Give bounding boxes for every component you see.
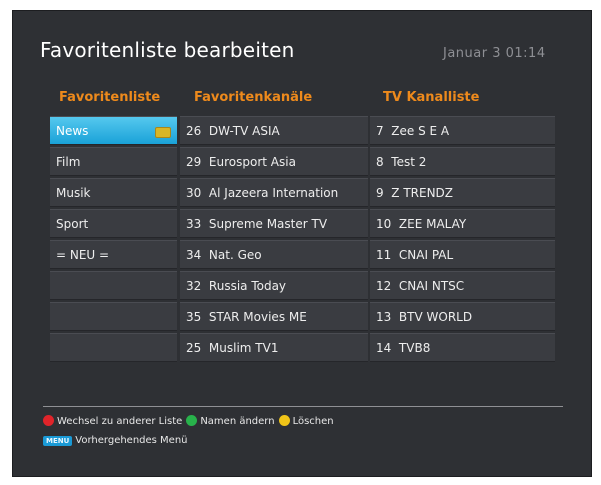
channel-number: 25 — [186, 341, 202, 355]
favorite-channel-row[interactable]: 35 STAR Movies ME — [180, 302, 368, 331]
favorites-item-label: Sport — [56, 217, 89, 231]
favorites-item-label: = NEU = — [56, 248, 110, 262]
menu-key-legend: MENU Vorhergehendes Menü — [43, 435, 188, 446]
channel-name: ZEE MALAY — [398, 217, 467, 231]
favorite-channel-row[interactable]: 30 Al Jazeera Internation — [180, 178, 368, 207]
favorites-item-musik[interactable]: Musik — [50, 178, 177, 207]
tv-screen: Favoritenliste bearbeiten Januar 3 01:14… — [12, 10, 592, 477]
channel-number: 35 — [186, 310, 202, 324]
tv-channel-row[interactable]: 9 Z TRENDZ — [370, 178, 555, 207]
channel-number: 32 — [186, 279, 202, 293]
tv-channel-row[interactable]: 11 CNAI PAL — [370, 240, 555, 269]
channel-number: 11 — [376, 248, 392, 262]
channel-name: Zee S E A — [391, 124, 450, 138]
channel-number: 34 — [186, 248, 202, 262]
yellow-key-label: Löschen — [292, 416, 334, 427]
channel-name: CNAI PAL — [398, 248, 454, 262]
tv-channels-column-header: TV Kanalliste — [383, 90, 480, 105]
channel-name: DW-TV ASIA — [208, 124, 280, 138]
favorite-channel-row[interactable]: 32 Russia Today — [180, 271, 368, 300]
legend-divider — [43, 406, 563, 407]
favorites-column-header: Favoritenliste — [59, 90, 161, 105]
tag-icon — [155, 127, 171, 138]
favorite-channel-row[interactable]: 29 Eurosport Asia — [180, 147, 368, 176]
channel-number: 9 — [376, 186, 384, 200]
tv-channel-row[interactable]: 10 ZEE MALAY — [370, 209, 555, 238]
channel-number: 30 — [186, 186, 202, 200]
tv-channel-row[interactable]: 8 Test 2 — [370, 147, 555, 176]
channel-name: Test 2 — [391, 155, 427, 169]
channel-name: Z TRENDZ — [391, 186, 454, 200]
favorites-item-label: Musik — [56, 186, 91, 200]
menu-key-icon: MENU — [43, 436, 73, 446]
channel-number: 12 — [376, 279, 392, 293]
tv-channel-row[interactable]: 12 CNAI NTSC — [370, 271, 555, 300]
favorites-item-film[interactable]: Film — [50, 147, 177, 176]
tv-channel-row[interactable]: 14 TVB8 — [370, 333, 555, 362]
green-key-label: Namen ändern — [200, 416, 275, 427]
tv-channel-row[interactable]: 7 Zee S E A — [370, 116, 555, 145]
page-title: Favoritenliste bearbeiten — [40, 38, 295, 62]
favorites-item-new[interactable]: = NEU = — [50, 240, 177, 269]
red-button-icon — [43, 415, 54, 426]
channel-number: 26 — [186, 124, 202, 138]
channel-name: Al Jazeera Internation — [208, 186, 339, 200]
channel-name: STAR Movies ME — [208, 310, 307, 324]
channel-name: Supreme Master TV — [208, 217, 328, 231]
favorites-item-news[interactable]: News — [50, 116, 177, 145]
menu-key-label: Vorhergehendes Menü — [75, 435, 188, 446]
yellow-button-icon — [278, 415, 290, 426]
date-time: Januar 3 01:14 — [443, 46, 546, 61]
favorite-channel-row[interactable]: 33 Supreme Master TV — [180, 209, 368, 238]
channel-number: 10 — [376, 217, 392, 231]
empty-row — [50, 302, 177, 331]
empty-row — [50, 333, 177, 362]
channel-name: Russia Today — [208, 279, 287, 293]
favorites-item-label: Film — [56, 155, 81, 169]
channel-number: 29 — [186, 155, 202, 169]
red-key-label: Wechsel zu anderer Liste — [57, 416, 183, 427]
favorite-channels-column-header: Favoritenkanäle — [194, 90, 313, 105]
channel-number: 7 — [376, 124, 384, 138]
favorite-channel-row[interactable]: 25 Muslim TV1 — [180, 333, 368, 362]
tv-channel-row[interactable]: 13 BTV WORLD — [370, 302, 555, 331]
channel-number: 13 — [376, 310, 392, 324]
favorites-item-sport[interactable]: Sport — [50, 209, 177, 238]
green-button-icon — [186, 415, 198, 426]
channel-name: CNAI NTSC — [398, 279, 465, 293]
channel-name: TVB8 — [398, 341, 431, 355]
channel-number: 14 — [376, 341, 392, 355]
color-key-legend: Wechsel zu anderer Liste Namen ändern Lösc… — [43, 415, 334, 427]
channel-number: 8 — [376, 155, 384, 169]
channel-number: 33 — [186, 217, 202, 231]
favorite-channel-row[interactable]: 26 DW-TV ASIA — [180, 116, 368, 145]
favorites-item-label: News — [56, 124, 89, 138]
channel-name: Nat. Geo — [208, 248, 262, 262]
empty-row — [50, 271, 177, 300]
channel-name: Eurosport Asia — [208, 155, 296, 169]
favorite-channel-row[interactable]: 34 Nat. Geo — [180, 240, 368, 269]
channel-name: BTV WORLD — [398, 310, 473, 324]
channel-name: Muslim TV1 — [208, 341, 279, 355]
